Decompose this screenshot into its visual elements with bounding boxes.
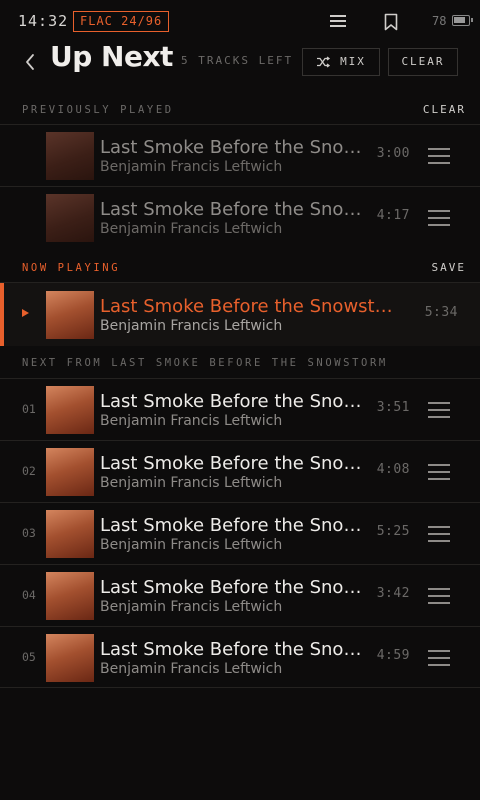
queue-row[interactable]: 03 Last Smoke Before the Snowstorm Benja…	[0, 502, 480, 564]
album-art	[46, 572, 94, 620]
album-art	[46, 194, 94, 242]
track-title: Last Smoke Before the Snowstorm	[100, 199, 364, 220]
section-label: NOW PLAYING	[22, 262, 121, 274]
section-label: PREVIOUSLY PLAYED	[22, 104, 174, 116]
album-art	[46, 634, 94, 682]
track-number: 03	[22, 526, 36, 540]
track-number: 02	[22, 464, 36, 478]
history-row[interactable]: Last Smoke Before the Snowstorm Benjamin…	[0, 124, 480, 186]
play-indicator-icon	[22, 309, 29, 317]
history-row[interactable]: Last Smoke Before the Snowstorm Benjamin…	[0, 186, 480, 248]
track-number: 04	[22, 588, 36, 602]
track-title: Last Smoke Before the Snowstorm	[100, 296, 400, 317]
drag-handle-icon[interactable]	[428, 148, 450, 164]
save-button[interactable]: SAVE	[432, 261, 467, 274]
clear-queue-button[interactable]: CLEAR	[388, 48, 458, 76]
previously-played-header: PREVIOUSLY PLAYED CLEAR	[0, 95, 480, 125]
track-duration: 5:25	[376, 524, 410, 539]
now-playing-row[interactable]: Last Smoke Before the Snowstorm Benjamin…	[0, 282, 480, 346]
menu-icon[interactable]	[330, 15, 346, 28]
queue-row[interactable]: 05 Last Smoke Before the Snowstorm Benja…	[0, 626, 480, 688]
track-title: Last Smoke Before the Snowstorm	[100, 453, 364, 474]
clock: 14:32	[18, 12, 69, 30]
page-title: Up Next	[50, 40, 173, 73]
track-duration: 5:34	[424, 305, 458, 320]
queue-row[interactable]: 04 Last Smoke Before the Snowstorm Benja…	[0, 564, 480, 626]
mix-button[interactable]: MIX	[302, 48, 380, 76]
track-artist: Benjamin Francis Leftwich	[100, 318, 283, 334]
shuffle-icon	[317, 56, 331, 68]
battery-icon	[452, 15, 473, 26]
album-art	[46, 386, 94, 434]
back-chevron-icon[interactable]	[24, 52, 36, 72]
drag-handle-icon[interactable]	[428, 650, 450, 666]
clear-history-button[interactable]: CLEAR	[423, 103, 466, 116]
track-artist: Benjamin Francis Leftwich	[100, 159, 283, 175]
bookmark-icon[interactable]	[384, 13, 398, 31]
track-duration: 3:42	[376, 586, 410, 601]
drag-handle-icon[interactable]	[428, 526, 450, 542]
drag-handle-icon[interactable]	[428, 588, 450, 604]
now-playing-header: NOW PLAYING SAVE	[0, 253, 480, 283]
audio-format-badge: FLAC 24/96	[73, 11, 170, 32]
drag-handle-icon[interactable]	[428, 464, 450, 480]
track-duration: 4:59	[376, 648, 410, 663]
track-artist: Benjamin Francis Leftwich	[100, 475, 283, 491]
album-art	[46, 510, 94, 558]
queue-row[interactable]: 02 Last Smoke Before the Snowstorm Benja…	[0, 440, 480, 502]
track-artist: Benjamin Francis Leftwich	[100, 661, 283, 677]
mix-label: MIX	[340, 55, 366, 68]
track-duration: 3:51	[376, 400, 410, 415]
track-artist: Benjamin Francis Leftwich	[100, 221, 283, 237]
track-number: 01	[22, 402, 36, 416]
next-from-header: NEXT FROM LAST SMOKE BEFORE THE SNOWSTOR…	[0, 348, 480, 378]
track-number: 05	[22, 650, 36, 664]
track-title: Last Smoke Before the Snowstorm	[100, 515, 364, 536]
track-artist: Benjamin Francis Leftwich	[100, 599, 283, 615]
drag-handle-icon[interactable]	[428, 210, 450, 226]
drag-handle-icon[interactable]	[428, 402, 450, 418]
section-label: NEXT FROM LAST SMOKE BEFORE THE SNOWSTOR…	[22, 357, 388, 369]
track-artist: Benjamin Francis Leftwich	[100, 537, 283, 553]
track-duration: 4:08	[376, 462, 410, 477]
battery-level: 78	[432, 14, 447, 28]
track-artist: Benjamin Francis Leftwich	[100, 413, 283, 429]
track-title: Last Smoke Before the Snowstorm	[100, 137, 364, 158]
queue-row[interactable]: 01 Last Smoke Before the Snowstorm Benja…	[0, 378, 480, 440]
track-duration: 3:00	[376, 146, 410, 161]
track-title: Last Smoke Before the Snowstorm	[100, 391, 364, 412]
track-title: Last Smoke Before the Snowstorm	[100, 639, 364, 660]
track-title: Last Smoke Before the Snowstorm	[100, 577, 364, 598]
album-art	[46, 448, 94, 496]
album-art	[46, 132, 94, 180]
tracks-left-count: 5 TRACKS LEFT	[181, 54, 294, 67]
track-duration: 4:17	[376, 208, 410, 223]
album-art	[46, 291, 94, 339]
status-bar: 14:32 FLAC 24/96 78	[0, 0, 480, 44]
